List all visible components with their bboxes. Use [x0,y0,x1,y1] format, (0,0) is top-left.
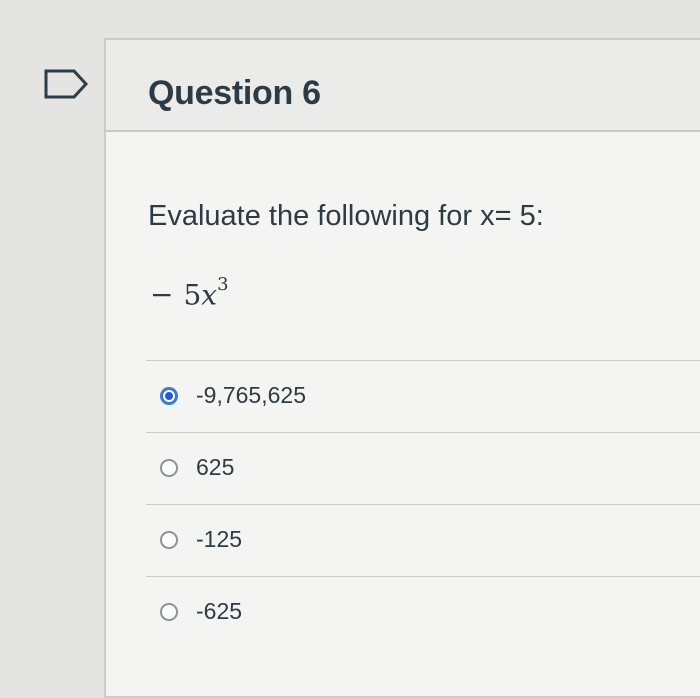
answer-label: 625 [196,454,235,480]
math-exponent: 3 [217,274,229,295]
answer-option[interactable]: -625 [146,576,700,648]
question-prompt: Evaluate the following for x= 5: [148,200,544,232]
answer-option[interactable]: -9,765,625 [146,360,700,432]
answer-list: -9,765,625 625 -125 -625 [146,360,700,648]
answer-label: -9,765,625 [196,382,306,408]
question-header: Question 6 [106,40,700,132]
radio-icon[interactable] [160,531,178,549]
answer-label: -125 [196,526,243,552]
answer-option[interactable]: -125 [146,504,700,576]
math-minus: − [150,278,174,312]
answer-label: -625 [196,598,243,624]
math-variable: x [201,278,218,312]
radio-selected-icon[interactable] [160,387,178,405]
answer-option[interactable]: 625 [146,432,700,504]
radio-icon[interactable] [160,603,178,621]
math-expression: −5x3 [150,274,229,312]
question-card: Question 6 Evaluate the following for x=… [104,38,700,698]
radio-icon[interactable] [160,459,178,477]
math-coefficient: 5 [183,278,202,312]
question-title: Question 6 [148,74,321,112]
flag-question-icon[interactable] [44,69,90,99]
